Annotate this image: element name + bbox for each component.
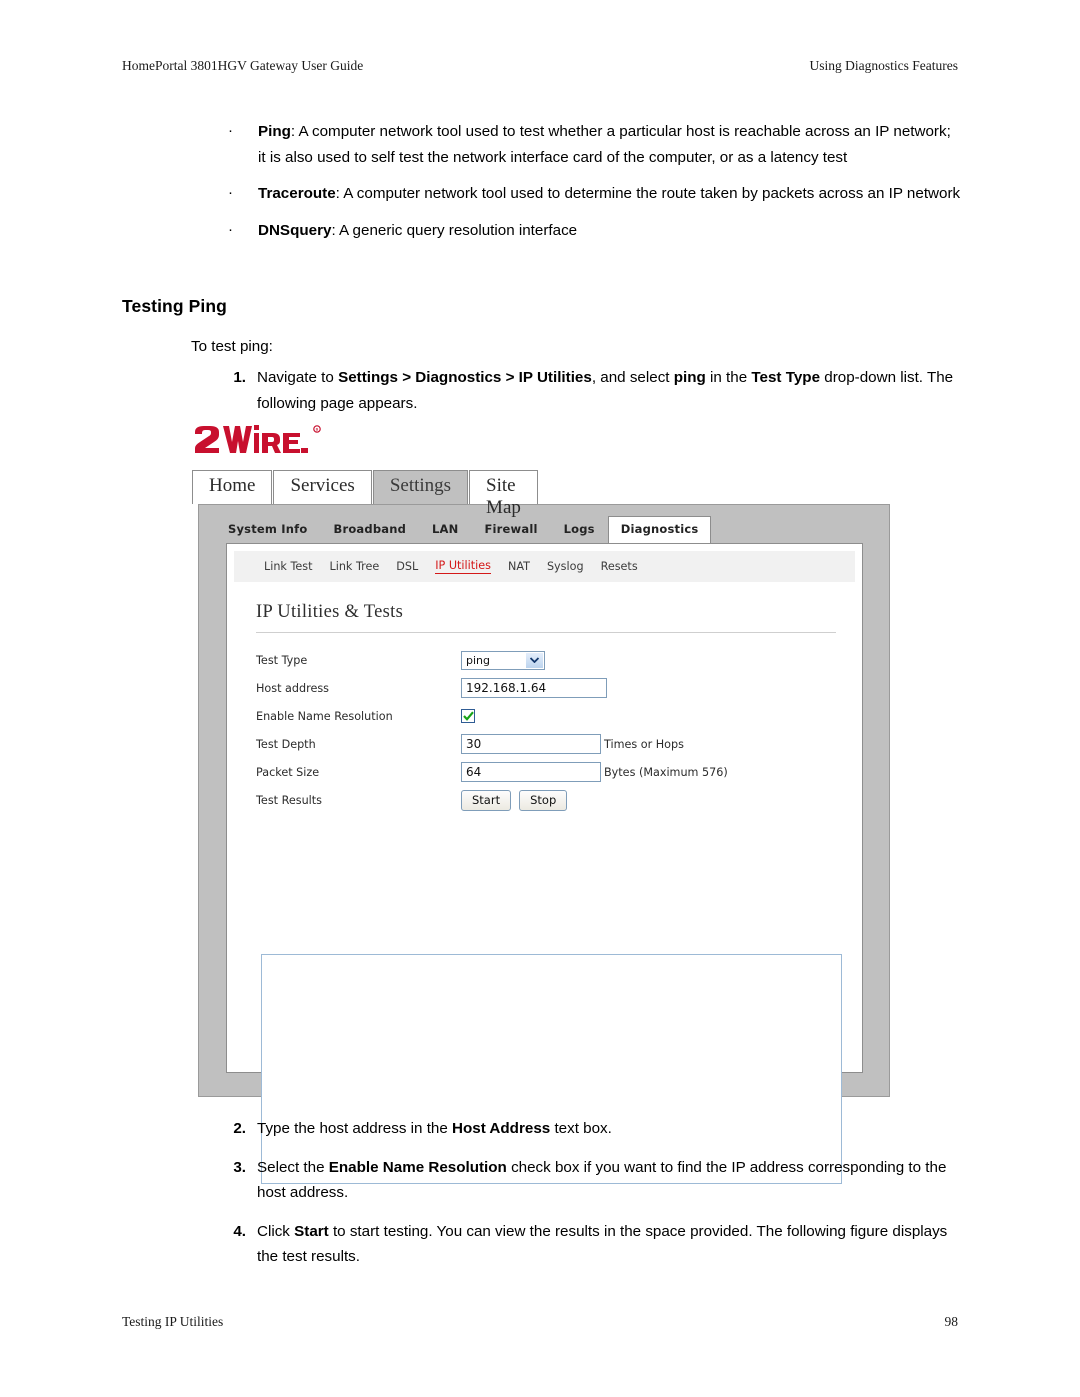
page-footer: Testing IP Utilities 98	[122, 1314, 958, 1330]
list-item: 4. Click Start to start testing. You can…	[222, 1219, 962, 1270]
utilnav-dsl[interactable]: DSL	[396, 560, 418, 573]
utilnav-ip-utilities[interactable]: IP Utilities	[435, 559, 491, 574]
utilnav-link-tree[interactable]: Link Tree	[330, 560, 380, 573]
tab-label: Site Map	[486, 475, 521, 518]
host-address-input[interactable]: 192.168.1.64	[461, 678, 607, 698]
main-tab-strip: Home Services Settings Site Map	[192, 470, 539, 518]
utilnav-resets[interactable]: Resets	[601, 560, 638, 573]
form-row-packet-size: Packet Size 64 Bytes (Maximum 576)	[256, 758, 846, 786]
test-type-select[interactable]: ping	[461, 650, 545, 670]
form-row-test-results: Test Results Start Stop	[256, 786, 846, 814]
test-results-label: Test Results	[256, 793, 322, 807]
panel-heading: IP Utilities & Tests	[256, 602, 404, 622]
packet-size-input[interactable]: 64	[461, 762, 601, 782]
list-item: 3. Select the Enable Name Resolution che…	[222, 1155, 962, 1206]
twowire-logo: R	[193, 424, 393, 460]
list-item-term: DNSquery	[258, 221, 332, 239]
list-item-term: Traceroute	[258, 185, 336, 202]
step-number: 4.	[233, 1222, 246, 1240]
definition-bullet-list: · Ping: A computer network tool used to …	[222, 119, 962, 254]
subtab-label: Diagnostics	[620, 522, 699, 536]
list-item-text: : A computer network tool used to test w…	[258, 123, 951, 166]
utilnav-nat[interactable]: NAT	[508, 560, 530, 573]
section-lead-in: To test ping:	[191, 338, 273, 355]
tab-site-map[interactable]: Site Map	[469, 470, 538, 518]
list-item-text: : A computer network tool used to determ…	[335, 185, 961, 202]
tab-services[interactable]: Services	[273, 470, 372, 504]
packet-size-units: Bytes (Maximum 576)	[604, 765, 728, 779]
gateway-ui-figure: R Home Services Settings Site Map System…	[192, 424, 890, 1184]
utilnav-link-test[interactable]: Link Test	[264, 560, 313, 573]
page-header: HomePortal 3801HGV Gateway User Guide Us…	[122, 58, 958, 74]
step-number: 3.	[233, 1158, 246, 1176]
tab-label: Services	[290, 475, 355, 496]
utilnav-syslog[interactable]: Syslog	[547, 560, 584, 573]
tab-label: Settings	[389, 475, 452, 496]
subtab-label: LAN	[432, 522, 459, 536]
enable-name-resolution-label: Enable Name Resolution	[256, 709, 393, 723]
subtab-firewall[interactable]: Firewall	[471, 516, 550, 543]
step-text: Type the host address in the Host Addres…	[257, 1120, 612, 1137]
list-item: · Ping: A computer network tool used to …	[222, 119, 962, 170]
subtab-label: Logs	[563, 522, 595, 536]
subtab-label: System Info	[228, 522, 308, 536]
svg-text:R: R	[315, 428, 318, 434]
list-item: 1. Navigate to Settings > Diagnostics > …	[222, 365, 962, 416]
subtab-lan[interactable]: LAN	[419, 516, 471, 543]
footer-title: Testing IP Utilities	[122, 1314, 224, 1329]
diagnostics-utility-nav: Link Test Link Tree DSL IP Utilities NAT…	[234, 551, 855, 582]
step-text: Click Start to start testing. You can vi…	[257, 1222, 948, 1266]
procedure-steps-top: 1. Navigate to Settings > Diagnostics > …	[222, 365, 962, 429]
form-row-name-resolution: Enable Name Resolution	[256, 702, 846, 730]
bullet-dot-icon: ·	[228, 122, 233, 139]
list-item-term: Ping	[258, 123, 291, 140]
list-item: 2. Type the host address in the Host Add…	[222, 1116, 962, 1142]
ip-utilities-form: Test Type ping Host address 192.168.1.64…	[256, 646, 846, 814]
test-type-label: Test Type	[256, 653, 308, 667]
subtab-broadband[interactable]: Broadband	[320, 516, 419, 543]
checkmark-icon	[462, 711, 474, 721]
stop-button[interactable]: Stop	[519, 789, 568, 811]
subtab-logs[interactable]: Logs	[551, 516, 608, 543]
panel-divider	[256, 632, 836, 633]
tab-label: Home	[209, 475, 256, 496]
subtab-label: Broadband	[333, 522, 407, 536]
test-depth-input[interactable]: 30	[461, 734, 601, 754]
form-row-test-depth: Test Depth 30 Times or Hops	[256, 730, 846, 758]
subtab-diagnostics[interactable]: Diagnostics	[607, 516, 712, 543]
step-text: Select the Enable Name Resolution check …	[257, 1158, 947, 1202]
bullet-dot-icon: ·	[228, 184, 233, 201]
settings-subtab-strip: System Info Broadband LAN Firewall Logs …	[215, 513, 712, 543]
gateway-settings-panel: System Info Broadband LAN Firewall Logs …	[198, 504, 890, 1184]
subtab-system-info[interactable]: System Info	[215, 516, 320, 543]
start-button[interactable]: Start	[461, 789, 512, 811]
enable-name-resolution-checkbox[interactable]	[461, 709, 475, 723]
form-row-host-address: Host address 192.168.1.64	[256, 674, 846, 702]
list-item: · Traceroute: A computer network tool us…	[222, 181, 962, 207]
packet-size-label: Packet Size	[256, 765, 320, 779]
test-depth-units: Times or Hops	[604, 737, 684, 751]
step-number: 2.	[233, 1120, 246, 1137]
subtab-label: Firewall	[484, 522, 538, 536]
list-item: · DNSquery: A generic query resolution i…	[222, 218, 962, 244]
form-row-test-type: Test Type ping	[256, 646, 846, 674]
tab-home[interactable]: Home	[192, 470, 273, 504]
step-text: Navigate to Settings > Diagnostics > IP …	[257, 369, 954, 412]
chevron-down-icon[interactable]	[526, 652, 543, 668]
test-type-value: ping	[466, 653, 490, 667]
procedure-steps-bottom: 2. Type the host address in the Host Add…	[222, 1116, 962, 1283]
tab-settings[interactable]: Settings	[372, 470, 469, 504]
header-title-left: HomePortal 3801HGV Gateway User Guide	[122, 58, 364, 73]
list-item-text: : A generic query resolution interface	[331, 221, 578, 239]
bullet-dot-icon: ·	[228, 220, 233, 238]
page-title: Testing Ping	[122, 296, 227, 316]
host-address-label: Host address	[256, 681, 329, 695]
step-number: 1.	[233, 369, 246, 386]
page-number: 98	[944, 1314, 959, 1329]
test-depth-label: Test Depth	[256, 737, 316, 751]
header-title-right: Using Diagnostics Features	[809, 58, 958, 73]
diagnostics-content-card: Link Test Link Tree DSL IP Utilities NAT…	[226, 543, 863, 1184]
